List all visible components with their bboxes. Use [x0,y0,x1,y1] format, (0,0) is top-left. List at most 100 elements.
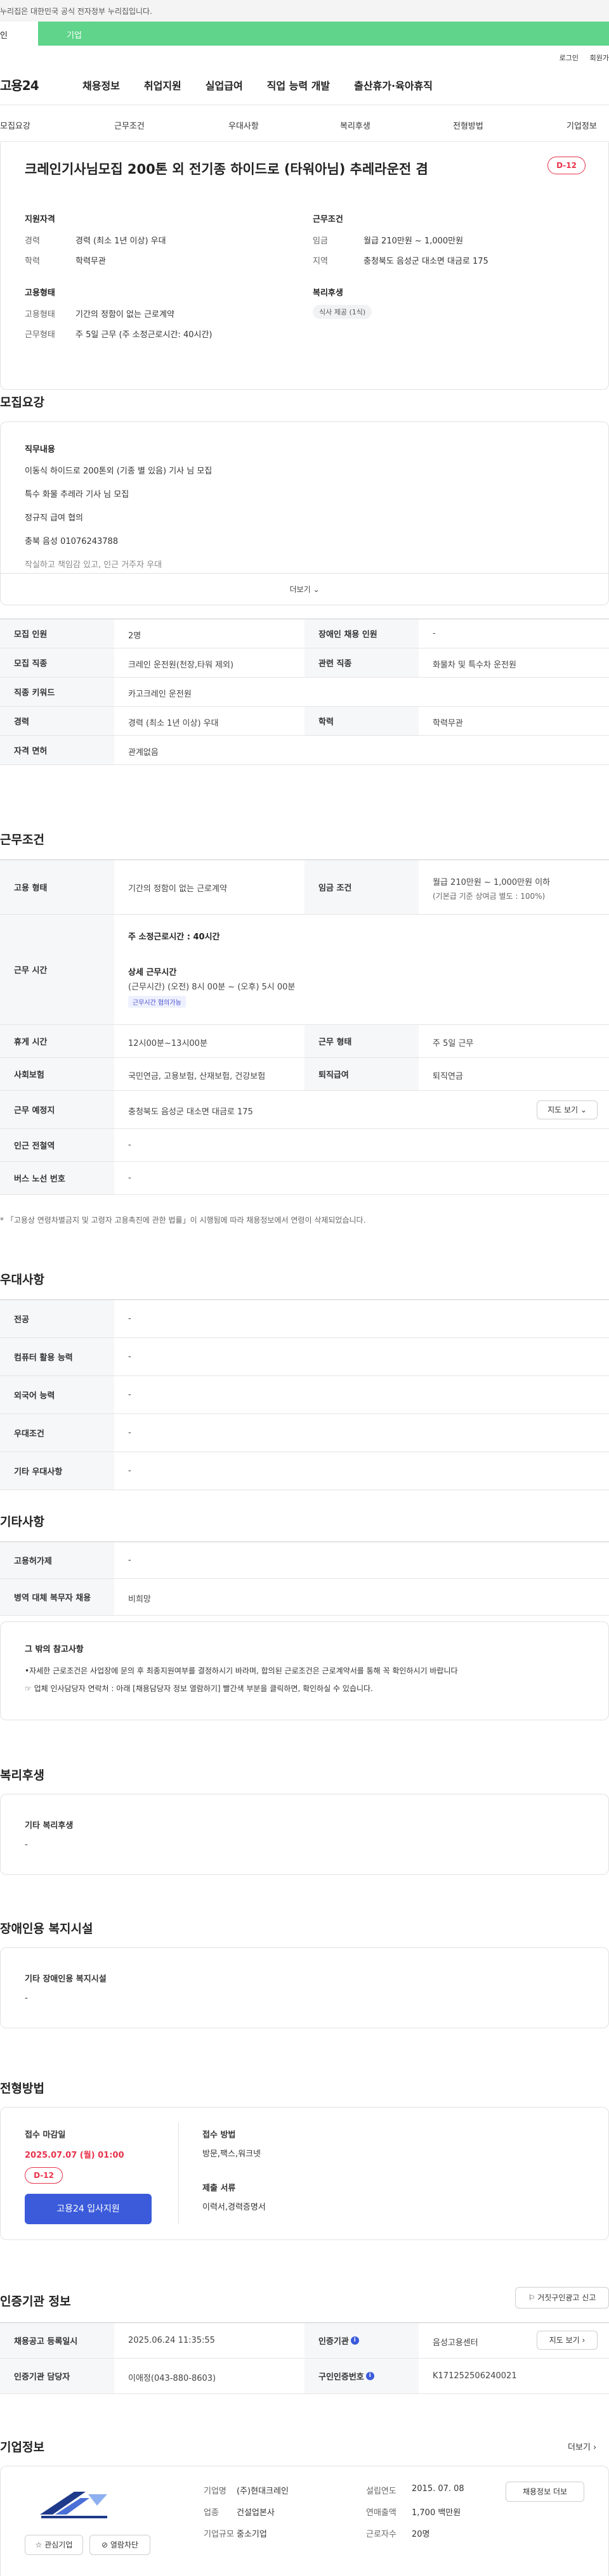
gnb-menu-employment-support[interactable]: 취업지원 [144,77,181,93]
anchor-welfare[interactable]: 복리후생 [340,119,370,131]
deadline-value: 2025.07.07 (월) 01:00 [25,2151,124,2160]
anchor-recruit[interactable]: 모집요강 [0,119,30,131]
welfare-box-heading: 기타 복리후생 [25,1821,74,1831]
anchor-screening[interactable]: 전형방법 [453,119,483,131]
login-link[interactable]: 로그인 [560,53,579,63]
table-header: 경력 [0,707,114,735]
utility-bar: 로그인 회원가 [0,46,609,65]
emp-value: 주 5일 근무 (주 소정근로시간: 40시간) [75,330,213,340]
company-card: ☆ 관심기업 ⊘ 열람차단 기업명 (주)현대크레인 설립연도 2015. 07… [0,2466,609,2576]
job-description-line: 정규직 급여 협의 [25,513,83,523]
job-description-line: 충북 음성 01076243788 [25,537,119,546]
emp-label: 고용형태 [25,310,55,319]
table-cell: 크레인 운전원(천장,타워 제외) [128,660,234,670]
star-icon: ☆ [35,2541,43,2549]
info-icon[interactable]: i [350,2336,359,2345]
anchor-conditions[interactable]: 근무조건 [114,119,145,131]
gov-notice-text: 누리집은 대한민국 공식 전자정부 누리집입니다. [0,7,152,16]
job-description-line: 특수 화물 추레라 기사 님 모집 [25,490,129,499]
company-info-value: 1,700 백만원 [412,2508,461,2518]
docs-heading: 제출 서류 [202,2184,236,2193]
apply-button[interactable]: 고용24 입사지원 [25,2194,152,2224]
table-cell: - [128,1390,131,1400]
table-header: 학력 [304,707,419,735]
table-cell: - [128,1314,131,1323]
chevron-down-icon: ⌄ [580,1105,587,1114]
company-jobs-button[interactable]: 채용정보 더보 [506,2482,584,2502]
gnb-menu-jobs[interactable]: 채용정보 [82,77,120,93]
company-info-label: 업종 [204,2508,219,2518]
cond-label: 임금 [313,236,328,246]
table-cell: - [128,1173,131,1183]
more-button[interactable]: 더보기 ⌄ [1,573,608,605]
join-link[interactable]: 회원가 [590,53,609,63]
section-title-conditions: 근무조건 [0,833,44,847]
table-cell: - [128,1352,131,1362]
wage-value: 월급 210만원 ~ 1,000만원 이하 [433,878,551,887]
table-row: 경력 경력 (최소 1년 이상) 우대 학력 학력무관 [0,707,609,736]
chevron-right-icon: › [582,2336,586,2345]
company-info-label: 연매출액 [366,2508,396,2518]
emp-heading: 고용형태 [25,288,55,298]
tab-individual[interactable]: 인 [0,22,38,46]
table-header: 외국어 능력 [0,1376,114,1414]
table-cell: 화물차 및 특수차 운전원 [433,660,516,670]
table-row: 병역 대체 복무자 채용 비희망 [0,1579,609,1616]
weekly-hours-text: 주 소정근로시간 : 40시간 [128,932,220,942]
tab-business[interactable]: 기업 [38,22,609,46]
global-nav: 고용24 채용정보 취업지원 실업급여 직업 능력 개발 출산휴가·육아휴직 [0,65,609,105]
table-header: 컴퓨터 활용 능력 [0,1338,114,1375]
hours-detail: (근무시간) (오전) 8시 00분 ~ (오후) 5시 00분 [128,982,296,992]
section-title-preferences: 우대사항 [0,1273,44,1287]
disabled-box-heading: 기타 장애인용 복지시설 [25,1974,107,1984]
table-cell: 충청북도 음성군 대소면 대금로 175 [128,1107,253,1117]
welfare-chip: 식사 제공 (1식) [313,305,372,319]
table-cell: 2명 [128,631,141,641]
company-more-link[interactable]: 더보기 › [568,2440,596,2452]
cert-map-view-button[interactable]: 지도 보기 › [537,2331,598,2350]
table-cell: 경력 (최소 1년 이상) 우대 [128,719,219,728]
company-info-label: 기업규모 [204,2530,234,2539]
gnb-menu-unemployment-benefit[interactable]: 실업급여 [206,77,243,93]
table-cell: 2025.06.24 11:35:55 [128,2336,215,2345]
table-row: 인근 전철역 - [0,1129,609,1162]
info-icon[interactable]: i [365,2372,374,2380]
table-header: 인근 전철역 [0,1129,114,1161]
etc-table: 고용허가제 - 병역 대체 복무자 채용 비희망 [0,1542,609,1616]
table-row: 고용 형태 기간의 정함이 없는 근로계약 임금 조건 월급 210만원 ~ 1… [0,860,609,915]
site-logo[interactable]: 고용24 [0,75,57,94]
section-title-recruit: 모집요강 [0,396,44,409]
gov-notice-bar: 누리집은 대한민국 공식 전자정부 누리집입니다. [0,0,609,22]
table-header: 버스 노선 번호 [0,1162,114,1194]
table-row: 휴게 시간 12시00분~13시00분 근무 형태 주 5일 근무 [0,1025,609,1058]
job-description-line: 이동식 하이드로 200톤외 (기종 별 있음) 기사 님 모집 [25,467,213,476]
deadline-heading: 접수 마감일 [25,2130,66,2140]
qual-value: 학력무관 [75,257,106,266]
hours-detail-heading: 상세 근무시간 [128,968,177,977]
gnb-menu-training[interactable]: 직업 능력 개발 [267,77,330,93]
table-header: 장애인 채용 인원 [304,619,419,648]
map-view-button[interactable]: 지도 보기 ⌄ [537,1100,598,1119]
screening-box: 접수 마감일 2025.07.07 (월) 01:00 D-12 고용24 입사… [0,2107,609,2240]
anchor-company[interactable]: 기업정보 [566,119,597,131]
anchor-preferences[interactable]: 우대사항 [228,119,259,131]
qual-value: 경력 (최소 1년 이상) 우대 [75,236,166,246]
job-title: 크레인기사님모집 200톤 외 전기종 하이드로 (타워아님) 추레라운전 겸 [25,162,428,177]
chevron-right-icon: › [593,2443,597,2452]
section-title-welfare: 복리후생 [0,1768,44,1782]
user-type-tabs: 인 기업 [0,22,609,46]
cond-label: 지역 [313,257,328,266]
report-label: 거짓구인광고 신고 [537,2293,596,2302]
report-false-ad-button[interactable]: ⚐ 거짓구인광고 신고 [515,2287,609,2309]
table-row: 외국어 능력 - [0,1376,609,1414]
block-view-button[interactable]: ⊘ 열람차단 [89,2535,150,2555]
table-header: 기타 우대사항 [0,1452,114,1490]
company-info-value: 건설업본사 [237,2508,275,2518]
cond-value: 충청북도 음성군 대소면 대금로 175 [363,257,488,266]
interest-company-button[interactable]: ☆ 관심기업 [25,2535,83,2555]
gnb-menu-parental-leave[interactable]: 출산휴가·육아휴직 [354,77,433,93]
company-info-label: 설립연도 [366,2487,396,2496]
docs-value: 이력서,경력증명서 [202,2203,266,2212]
table-cell: 비희망 [128,1595,151,1604]
dday-badge: D-12 [547,157,586,174]
